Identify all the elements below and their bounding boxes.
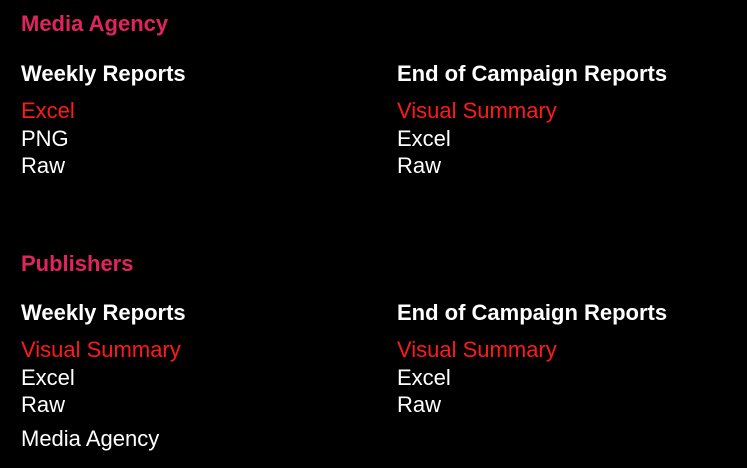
report-link-raw[interactable]: Raw (397, 152, 737, 180)
media-agency-end-of-campaign-reports: End of Campaign Reports Visual Summary E… (397, 61, 737, 180)
section-title-publishers: Publishers (21, 251, 134, 276)
report-link-excel[interactable]: Excel (397, 125, 737, 153)
column-heading: End of Campaign Reports (397, 300, 668, 325)
media-agency-weekly-reports: Weekly Reports Excel PNG Raw (21, 61, 361, 180)
report-link-excel[interactable]: Excel (397, 364, 737, 392)
report-link-visual-summary[interactable]: Visual Summary (397, 97, 737, 125)
report-link-visual-summary[interactable]: Visual Summary (21, 336, 361, 364)
publishers-weekly-reports: Weekly Reports Visual Summary Excel Raw (21, 300, 361, 419)
publishers-end-of-campaign-reports: End of Campaign Reports Visual Summary E… (397, 300, 737, 419)
section-title-media-agency: Media Agency (21, 11, 169, 36)
column-heading: Weekly Reports (21, 300, 186, 325)
report-link-raw[interactable]: Raw (21, 152, 361, 180)
report-link-png[interactable]: PNG (21, 125, 361, 153)
column-heading: Weekly Reports (21, 61, 186, 86)
report-link-raw[interactable]: Raw (397, 391, 737, 419)
footer-media-agency-link[interactable]: Media Agency (21, 426, 159, 452)
column-heading: End of Campaign Reports (397, 61, 668, 86)
report-link-excel[interactable]: Excel (21, 364, 361, 392)
report-link-raw[interactable]: Raw (21, 391, 361, 419)
report-link-excel[interactable]: Excel (21, 97, 361, 125)
report-link-visual-summary[interactable]: Visual Summary (397, 336, 737, 364)
